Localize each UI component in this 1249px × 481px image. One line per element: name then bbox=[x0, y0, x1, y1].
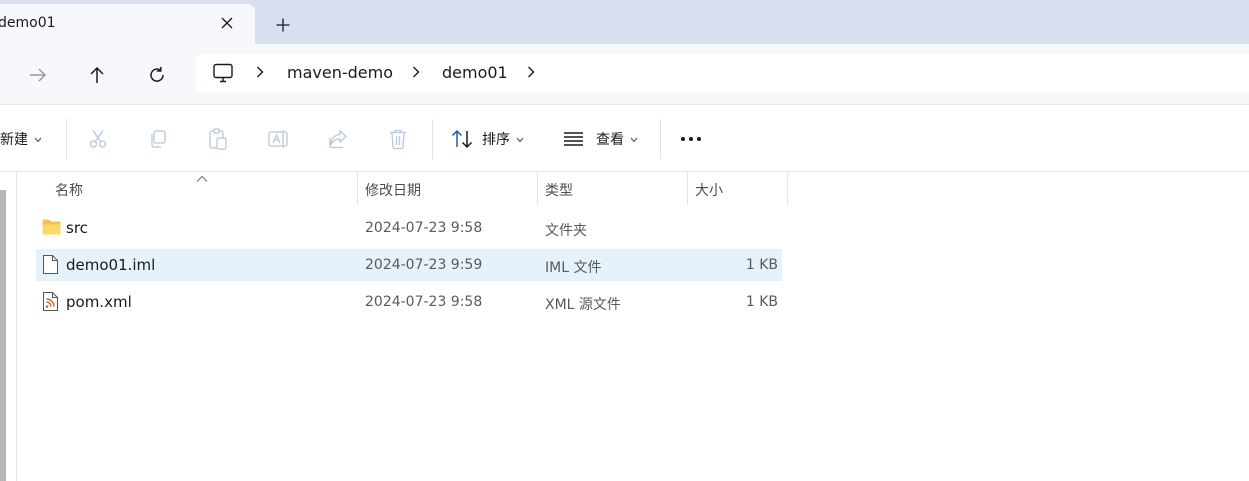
plus-icon[interactable] bbox=[272, 14, 294, 36]
navigation-bar: maven-demo demo01 bbox=[0, 44, 1249, 104]
address-bar[interactable]: maven-demo demo01 bbox=[196, 54, 1249, 92]
folder-icon bbox=[42, 219, 61, 239]
divider bbox=[660, 119, 661, 159]
column-name[interactable]: 名称 bbox=[55, 180, 83, 200]
view-button[interactable]: 查看 bbox=[563, 125, 638, 153]
list-item[interactable]: pom.xml 2024-07-23 9:58 XML 源文件 1 KB bbox=[36, 286, 782, 318]
sort-button[interactable]: 排序 bbox=[451, 125, 524, 153]
file-type: 文件夹 bbox=[545, 223, 587, 239]
chevron-down-icon bbox=[630, 131, 638, 147]
file-name: demo01.iml bbox=[66, 256, 156, 274]
divider bbox=[432, 119, 433, 159]
column-divider[interactable] bbox=[687, 172, 688, 205]
file-type: XML 源文件 bbox=[545, 297, 621, 313]
file-name: src bbox=[66, 219, 88, 237]
refresh-icon[interactable] bbox=[143, 61, 171, 89]
file-size: 1 KB bbox=[745, 294, 778, 310]
new-button[interactable]: 新建 bbox=[0, 125, 42, 153]
column-divider[interactable] bbox=[357, 172, 358, 205]
column-type[interactable]: 类型 bbox=[545, 180, 573, 200]
file-type: IML 文件 bbox=[545, 260, 602, 276]
scrollbar[interactable] bbox=[0, 190, 6, 481]
view-icon bbox=[563, 131, 584, 147]
chevron-down-icon bbox=[516, 131, 524, 147]
divider bbox=[66, 119, 67, 159]
xml-file-icon bbox=[42, 291, 59, 316]
breadcrumb-maven-demo[interactable]: maven-demo bbox=[287, 63, 393, 82]
close-icon[interactable] bbox=[216, 12, 238, 34]
new-label: 新建 bbox=[0, 132, 28, 148]
tab-strip: demo01 bbox=[0, 0, 1249, 44]
file-icon bbox=[42, 254, 59, 279]
sort-label: 排序 bbox=[482, 132, 510, 148]
tab-title: demo01 bbox=[0, 15, 56, 31]
tab-demo01[interactable]: demo01 bbox=[0, 4, 255, 44]
paste-icon[interactable] bbox=[208, 125, 228, 153]
file-name: pom.xml bbox=[66, 293, 132, 311]
chevron-right-icon[interactable] bbox=[412, 65, 420, 83]
cut-icon[interactable] bbox=[88, 125, 108, 153]
file-modified: 2024-07-23 9:58 bbox=[365, 220, 483, 236]
column-header: 名称 修改日期 类型 大小 bbox=[17, 172, 817, 205]
column-divider[interactable] bbox=[787, 172, 788, 205]
column-divider[interactable] bbox=[537, 172, 538, 205]
share-icon[interactable] bbox=[328, 125, 348, 153]
more-icon[interactable] bbox=[680, 125, 702, 153]
command-bar: 新建 排序 查看 bbox=[0, 104, 1249, 172]
this-pc-icon[interactable] bbox=[212, 63, 234, 87]
column-size[interactable]: 大小 bbox=[695, 180, 723, 200]
chevron-down-icon bbox=[34, 131, 42, 147]
navigation-pane bbox=[0, 172, 16, 481]
rename-icon[interactable] bbox=[268, 125, 290, 153]
view-label: 查看 bbox=[596, 132, 624, 148]
sort-icon bbox=[451, 129, 473, 149]
chevron-up-icon bbox=[196, 171, 208, 187]
copy-icon[interactable] bbox=[148, 125, 168, 153]
column-modified[interactable]: 修改日期 bbox=[365, 180, 421, 200]
arrow-up-icon[interactable] bbox=[83, 61, 111, 89]
delete-icon[interactable] bbox=[388, 125, 408, 153]
pane-divider[interactable] bbox=[16, 172, 17, 481]
chevron-right-icon[interactable] bbox=[256, 65, 264, 83]
file-modified: 2024-07-23 9:58 bbox=[365, 294, 483, 310]
list-item[interactable]: src 2024-07-23 9:58 文件夹 bbox=[36, 212, 782, 244]
chevron-right-icon[interactable] bbox=[527, 65, 535, 83]
arrow-right-icon[interactable] bbox=[24, 61, 52, 89]
file-modified: 2024-07-23 9:59 bbox=[365, 257, 483, 273]
file-size: 1 KB bbox=[745, 257, 778, 273]
breadcrumb-demo01[interactable]: demo01 bbox=[442, 63, 508, 82]
list-item[interactable]: demo01.iml 2024-07-23 9:59 IML 文件 1 KB bbox=[36, 249, 782, 281]
